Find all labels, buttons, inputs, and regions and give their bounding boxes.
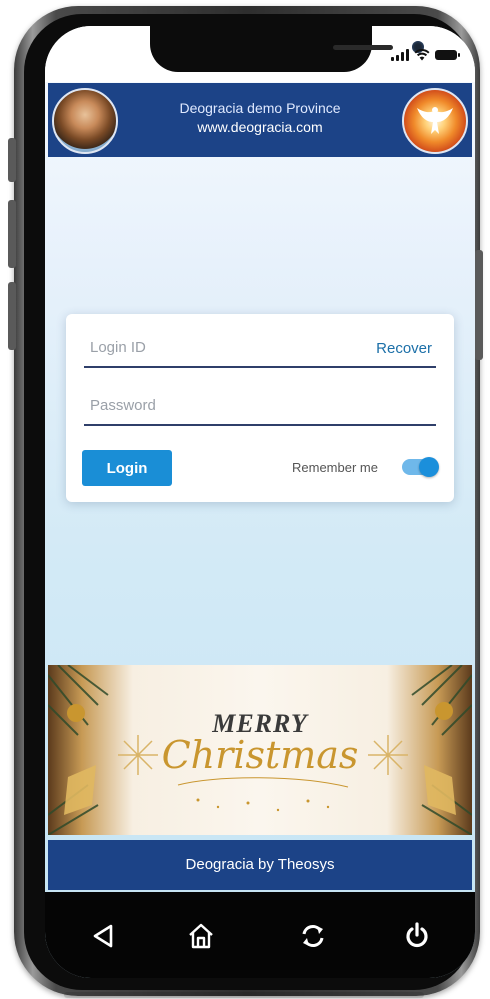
login-button[interactable]: Login (82, 450, 172, 486)
password-field (84, 390, 436, 426)
toggle-knob (419, 457, 439, 477)
mute-switch (8, 138, 16, 182)
banner-christmas-text: Christmas (161, 733, 359, 777)
battery-icon (435, 50, 460, 60)
dove-icon (417, 107, 453, 134)
login-card: Recover Login Remember me (66, 314, 454, 502)
volume-down-button (8, 282, 16, 350)
app-footer: Deogracia by Theosys (48, 840, 472, 890)
christmas-banner: MERRY Christmas (48, 665, 472, 835)
app-header: Deogracia demo Province www.deogracia.co… (48, 83, 472, 157)
home-icon[interactable] (181, 916, 221, 956)
phone-shadow (64, 992, 424, 998)
holy-spirit-dove-logo (402, 88, 468, 154)
signal-icon (391, 49, 409, 61)
power-icon[interactable] (397, 916, 437, 956)
android-nav-bar (45, 892, 475, 978)
power-side-button (475, 250, 483, 360)
status-icons (391, 48, 460, 61)
refresh-icon[interactable] (293, 916, 333, 956)
remember-me-label: Remember me (292, 460, 378, 475)
recover-link[interactable]: Recover (376, 340, 432, 357)
status-bar (45, 26, 475, 82)
back-icon[interactable] (83, 916, 123, 956)
notch (150, 26, 424, 72)
login-id-input[interactable] (84, 332, 346, 362)
login-id-field: Recover (84, 332, 436, 368)
password-input[interactable] (84, 390, 346, 420)
remember-me-toggle[interactable] (402, 457, 439, 477)
volume-up-button (8, 200, 16, 268)
phone-screen: Deogracia demo Province www.deogracia.co… (45, 26, 475, 978)
wifi-icon (414, 48, 430, 61)
earpiece-speaker (333, 45, 393, 50)
